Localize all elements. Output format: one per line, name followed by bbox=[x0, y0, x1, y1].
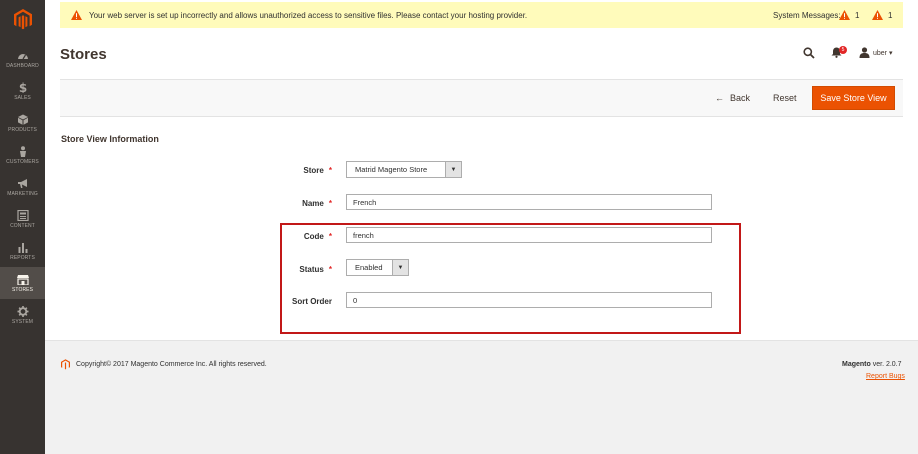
major-count[interactable]: 1 bbox=[888, 11, 892, 20]
page-footer: Copyright© 2017 Magento Commerce Inc. Al… bbox=[45, 340, 918, 454]
nav-dashboard[interactable]: DASHBOARD bbox=[0, 43, 45, 75]
nav-stores[interactable]: STORES bbox=[0, 267, 45, 299]
nav-sales[interactable]: $ SALES bbox=[0, 75, 45, 107]
content-icon bbox=[16, 209, 29, 221]
magento-logo-icon bbox=[13, 8, 32, 29]
brand-name: Magento bbox=[842, 361, 871, 368]
save-store-view-button[interactable]: Save Store View bbox=[812, 86, 895, 110]
store-field-label: Store * bbox=[252, 166, 332, 175]
search-icon[interactable] bbox=[803, 47, 815, 59]
required-asterisk: * bbox=[328, 199, 332, 208]
page-actions-bar: ← Back Reset Save Store View bbox=[60, 79, 903, 117]
critical-warning-icon[interactable] bbox=[839, 10, 850, 20]
name-input[interactable]: French bbox=[346, 194, 712, 210]
section-title: Store View Information bbox=[61, 134, 159, 144]
nav-stores-label: STORES bbox=[11, 286, 34, 293]
storefront-icon bbox=[16, 274, 29, 285]
chevron-down-icon: ▼ bbox=[445, 162, 461, 177]
person-icon bbox=[19, 145, 26, 157]
name-field-label: Name * bbox=[252, 199, 332, 208]
store-label-text: Store bbox=[303, 166, 324, 175]
gear-icon bbox=[17, 305, 28, 317]
name-label-text: Name bbox=[302, 199, 324, 208]
nav-products[interactable]: PRODUCTS bbox=[0, 107, 45, 139]
notification-count-badge: 5 bbox=[839, 46, 847, 54]
cube-icon bbox=[17, 114, 28, 125]
user-menu[interactable]: uber ▾ bbox=[873, 49, 892, 57]
reset-button[interactable]: Reset bbox=[773, 93, 797, 103]
user-icon[interactable] bbox=[859, 47, 870, 58]
nav-products-label: PRODUCTS bbox=[8, 126, 37, 133]
nav-marketing-label: MARKETING bbox=[7, 190, 38, 197]
store-select-value: Matrid Magento Store bbox=[355, 165, 428, 174]
critical-count[interactable]: 1 bbox=[855, 11, 859, 20]
arrow-left-icon: ← bbox=[715, 93, 724, 103]
bar-chart-icon bbox=[18, 242, 27, 253]
report-bugs-link[interactable]: Report Bugs bbox=[866, 373, 905, 380]
copyright-text: Copyright© 2017 Magento Commerce Inc. Al… bbox=[76, 361, 267, 368]
nav-content-label: CONTENT bbox=[10, 222, 35, 229]
megaphone-icon bbox=[17, 178, 27, 188]
page-title: Stores bbox=[60, 46, 107, 63]
version-text: Magento ver. 2.0.7 bbox=[842, 361, 902, 368]
dashboard-icon bbox=[17, 53, 28, 59]
highlight-box bbox=[280, 223, 741, 334]
nav-system-label: SYSTEM bbox=[11, 318, 34, 325]
nav-customers[interactable]: CUSTOMERS bbox=[0, 139, 45, 171]
nav-marketing[interactable]: MARKETING bbox=[0, 171, 45, 203]
nav-sales-label: SALES bbox=[14, 94, 31, 101]
magento-footer-logo-icon bbox=[61, 359, 70, 370]
required-asterisk: * bbox=[328, 166, 332, 175]
back-button-label: Back bbox=[730, 93, 751, 103]
username: uber bbox=[873, 50, 888, 57]
nav-system[interactable]: SYSTEM bbox=[0, 299, 45, 331]
major-warning-icon[interactable] bbox=[872, 10, 883, 20]
version-number: ver. 2.0.7 bbox=[870, 361, 902, 368]
nav-dashboard-label: DASHBOARD bbox=[6, 62, 39, 69]
store-select[interactable]: Matrid Magento Store ▼ bbox=[346, 161, 462, 178]
magento-logo[interactable] bbox=[0, 0, 45, 38]
chevron-down-icon: ▾ bbox=[888, 50, 893, 57]
warning-icon bbox=[71, 10, 82, 20]
nav-content[interactable]: CONTENT bbox=[0, 203, 45, 235]
system-message-bar: Your web server is set up incorrectly an… bbox=[60, 2, 903, 28]
svg-text:$: $ bbox=[18, 82, 26, 93]
system-message-text: Your web server is set up incorrectly an… bbox=[89, 11, 528, 20]
nav-reports[interactable]: REPORTS bbox=[0, 235, 45, 267]
back-button[interactable]: ← Back bbox=[715, 93, 750, 103]
nav-reports-label: REPORTS bbox=[10, 254, 35, 261]
admin-sidebar: DASHBOARD $ SALES PRODUCTS CUSTOMERS MAR… bbox=[0, 0, 45, 454]
nav-customers-label: CUSTOMERS bbox=[6, 158, 39, 165]
system-messages-label[interactable]: System Messages: bbox=[773, 11, 841, 20]
dollar-icon: $ bbox=[18, 82, 26, 93]
